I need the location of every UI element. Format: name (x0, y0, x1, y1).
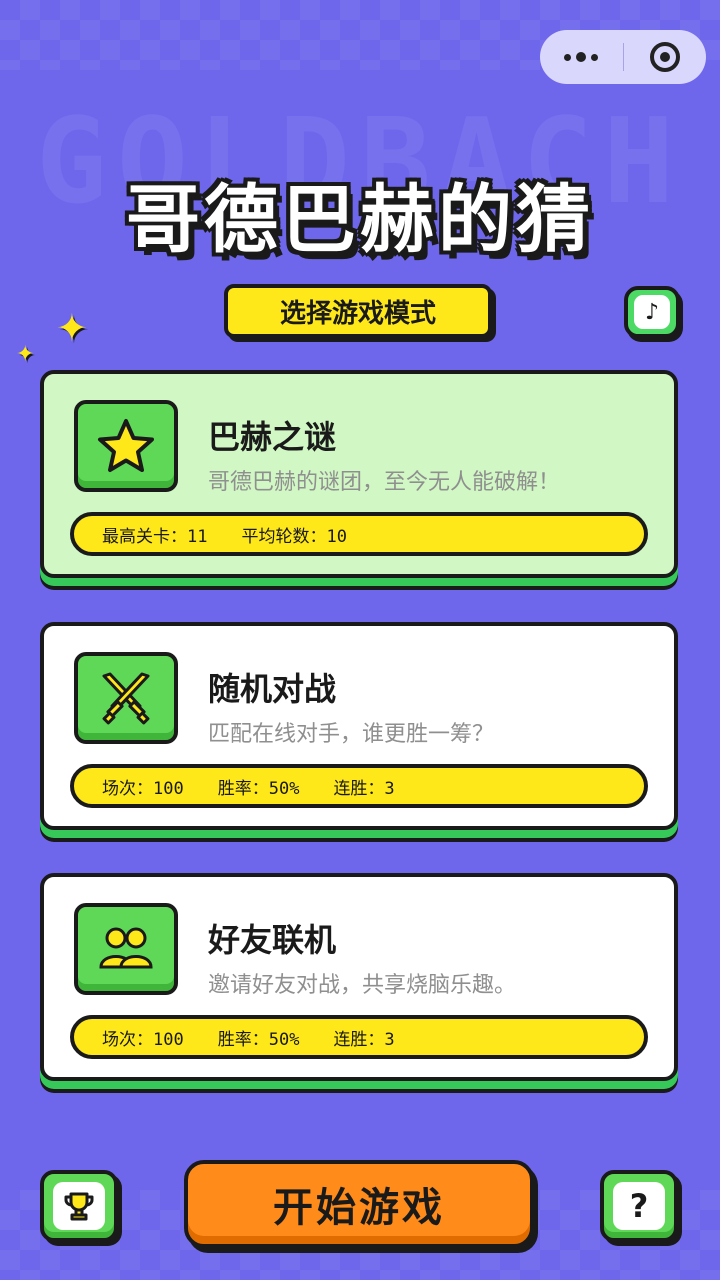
help-icon: ? (613, 1182, 665, 1230)
mode-stats-bar: 场次：100 胜率：50% 连胜：3 (70, 764, 648, 808)
mode-stats-bar: 场次：100 胜率：50% 连胜：3 (70, 1015, 648, 1059)
stat-best-level: 最高关卡：11 (102, 526, 208, 547)
stat-win-rate: 胜率：50% (217, 778, 300, 799)
mode-card-random-battle[interactable]: 随机对战 匹配在线对手，谁更胜一筹？ 场次：100 胜率：50% 连胜：3 (40, 622, 678, 830)
stat-average-rounds: 平均轮数：10 (241, 526, 347, 547)
help-button[interactable]: ? (600, 1170, 678, 1242)
trophy-icon (53, 1182, 105, 1230)
stat-win-rate: 胜率：50% (217, 1029, 300, 1050)
mode-description: 邀请好友对战，共享烧脑乐趣。 (208, 973, 517, 998)
more-button[interactable] (540, 30, 623, 84)
friends-icon (74, 903, 178, 995)
sparkle-icon: ✦ (56, 306, 88, 350)
music-note-icon: ♪ (634, 295, 670, 329)
mini-program-capsule (540, 30, 706, 84)
leaderboard-button[interactable] (40, 1170, 118, 1242)
crossed-swords-icon (74, 652, 178, 744)
start-game-button[interactable]: 开始游戏 (184, 1160, 534, 1248)
close-button[interactable] (624, 30, 707, 84)
stat-matches: 场次：100 (102, 778, 184, 799)
more-dots-icon (564, 52, 599, 62)
target-circle-icon (649, 42, 680, 72)
select-mode-label: 选择游戏模式 (224, 284, 492, 338)
mode-title: 好友联机 (208, 921, 337, 959)
mode-title: 随机对战 (208, 670, 337, 708)
stat-matches: 场次：100 (102, 1029, 184, 1050)
sparkle-icon-small: ✦ (16, 342, 35, 367)
music-button[interactable]: ♪ (624, 286, 680, 338)
mode-card-friend-match[interactable]: 好友联机 邀请好友对战，共享烧脑乐趣。 场次：100 胜率：50% 连胜：3 (40, 873, 678, 1081)
mode-title: 巴赫之谜 (208, 418, 337, 456)
mode-card-bach-mystery[interactable]: 巴赫之谜 哥德巴赫的谜团，至今无人能破解！ 最高关卡：11 平均轮数：10 (40, 370, 678, 578)
mode-description: 匹配在线对手，谁更胜一筹？ (208, 722, 495, 747)
stat-win-streak: 连胜：3 (333, 1029, 395, 1050)
mode-stats-bar: 最高关卡：11 平均轮数：10 (70, 512, 648, 556)
stat-win-streak: 连胜：3 (333, 778, 395, 799)
mode-description: 哥德巴赫的谜团，至今无人能破解！ (208, 470, 561, 495)
star-icon (74, 400, 178, 492)
game-title: 哥德巴赫的猜 (126, 177, 594, 263)
